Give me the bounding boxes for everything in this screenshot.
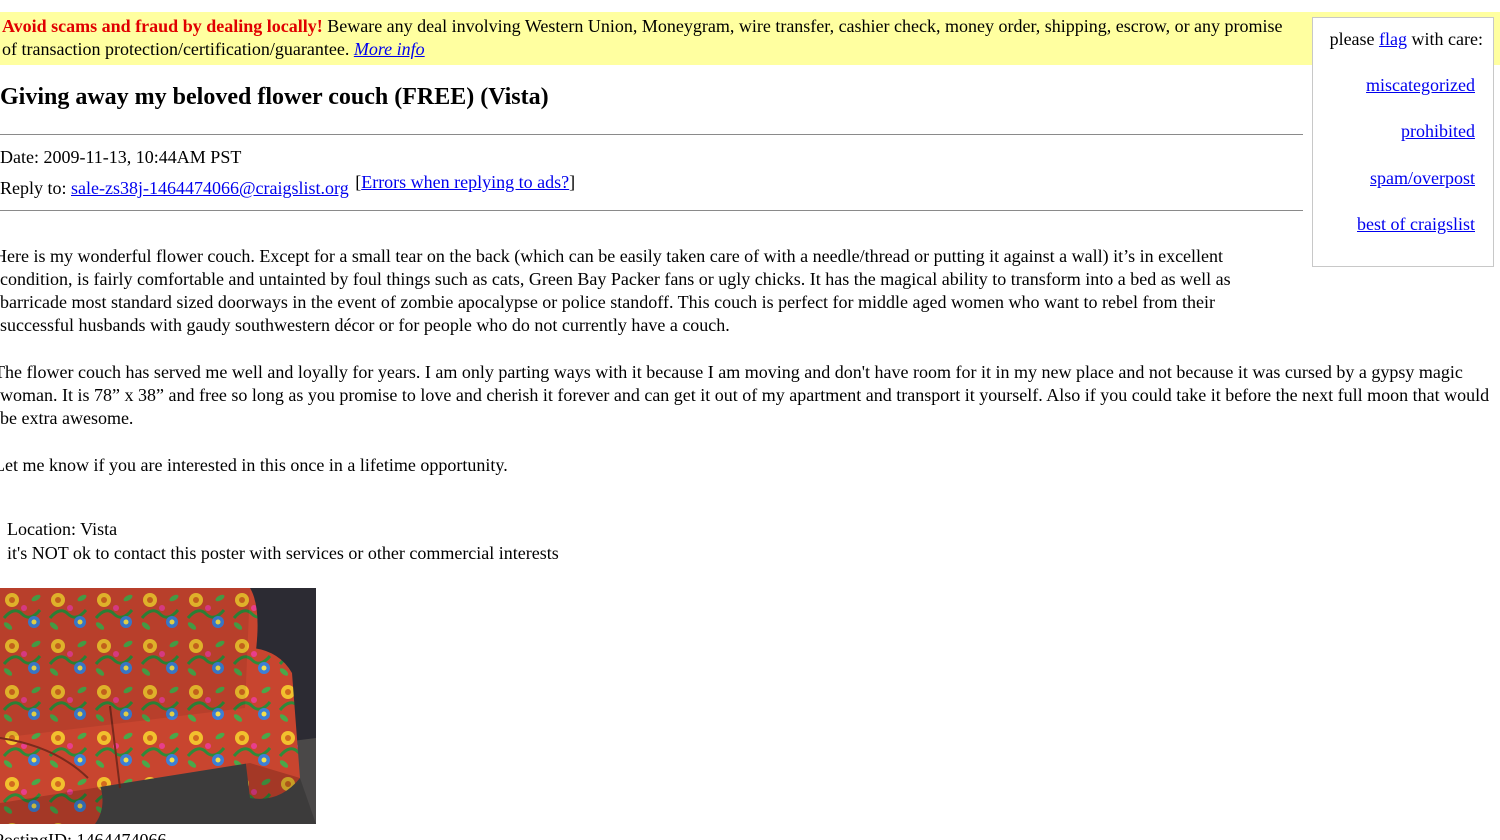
location: Location: Vista xyxy=(7,519,118,539)
errors-help: [Errors when replying to ads?] xyxy=(355,172,575,192)
reply-email-link[interactable]: sale-zs38j-1464474066@craigslist.org xyxy=(71,178,349,198)
flag-heading-prefix: please xyxy=(1329,29,1380,49)
reply-line: Reply to: sale-zs38j-1464474066@craigsli… xyxy=(0,172,575,199)
meta-divider xyxy=(0,210,1303,211)
flag-box: please flag with care: miscategorized pr… xyxy=(1312,17,1494,267)
more-info-link[interactable]: More info xyxy=(354,39,425,59)
body-paragraph: Here is my wonderful flower couch. Excep… xyxy=(0,246,1231,335)
flag-spam-overpost-link[interactable]: spam/overpost xyxy=(1370,168,1475,189)
flag-heading-suffix: with care: xyxy=(1407,29,1483,49)
body-paragraph: Let me know if you are interested in thi… xyxy=(0,455,508,475)
scam-warning-headline: Avoid scams and fraud by dealing locally… xyxy=(2,16,323,36)
flag-prohibited-link[interactable]: prohibited xyxy=(1401,121,1475,142)
scam-warning-text: Avoid scams and fraud by dealing locally… xyxy=(2,15,1292,61)
reply-label: Reply to: xyxy=(0,178,71,198)
post-date: Date: 2009-11-13, 10:44AM PST xyxy=(0,147,242,167)
couch-photo-drawing xyxy=(0,588,316,824)
flag-best-of-craigslist-link[interactable]: best of craigslist xyxy=(1357,214,1475,235)
couch-photo[interactable] xyxy=(0,588,316,824)
body-paragraph: The flower couch has served me well and … xyxy=(0,362,1490,428)
title-divider xyxy=(0,134,1303,135)
flag-miscategorized-link[interactable]: miscategorized xyxy=(1366,75,1475,96)
contact-notice: it's NOT ok to contact this poster with … xyxy=(7,543,559,563)
errors-replying-link[interactable]: Errors when replying to ads? xyxy=(361,172,569,192)
flag-heading: please flag with care: xyxy=(1330,29,1483,50)
page-title: Giving away my beloved flower couch (FRE… xyxy=(0,84,549,110)
posting-id: PostingID: 1464474066 xyxy=(0,830,167,840)
craigslist-posting-page: Avoid scams and fraud by dealing locally… xyxy=(0,0,1500,840)
errors-bracket-close: ] xyxy=(569,172,576,192)
flag-link[interactable]: flag xyxy=(1379,29,1407,49)
